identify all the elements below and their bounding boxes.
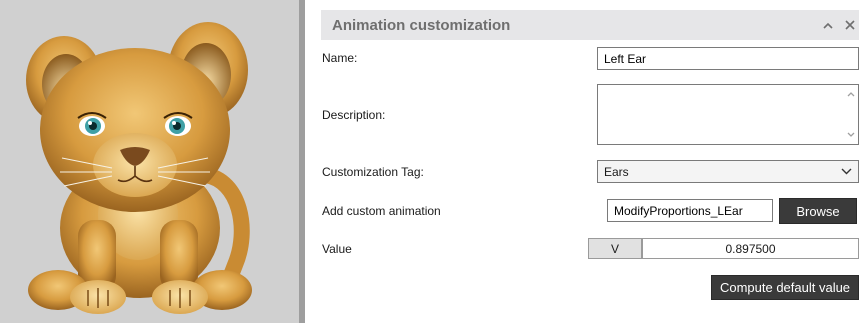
scroll-down-icon[interactable] — [847, 132, 855, 138]
description-label: Description: — [322, 108, 386, 122]
customization-panel: Animation customization Name: Left Ear D… — [305, 0, 863, 323]
close-icon — [845, 20, 855, 30]
custom-animation-field[interactable]: ModifyProportions_LEar — [607, 199, 773, 222]
panel-title: Animation customization — [332, 17, 511, 34]
description-field[interactable] — [597, 84, 859, 145]
value-field[interactable]: 0.897500 — [642, 238, 859, 259]
customization-tag-value: Ears — [604, 164, 629, 179]
compute-default-value-button[interactable]: Compute default value — [711, 275, 859, 300]
chevron-down-icon — [841, 168, 852, 175]
v-button[interactable]: V — [588, 238, 642, 259]
panel-header: Animation customization — [321, 10, 859, 40]
customization-tag-label: Customization Tag: — [322, 165, 424, 179]
name-field[interactable]: Left Ear — [597, 47, 859, 70]
lion-cub-image — [26, 22, 252, 314]
chevron-up-icon — [823, 22, 833, 29]
character-preview[interactable] — [0, 0, 299, 323]
scroll-up-icon[interactable] — [847, 91, 855, 97]
browse-button[interactable]: Browse — [779, 198, 857, 224]
custom-animation-label: Add custom animation — [322, 204, 441, 218]
description-scrollbar[interactable] — [844, 85, 858, 144]
close-button[interactable] — [840, 15, 860, 35]
value-label: Value — [322, 242, 352, 256]
collapse-button[interactable] — [818, 15, 838, 35]
customization-tag-select[interactable]: Ears — [597, 160, 859, 183]
name-label: Name: — [322, 51, 358, 65]
